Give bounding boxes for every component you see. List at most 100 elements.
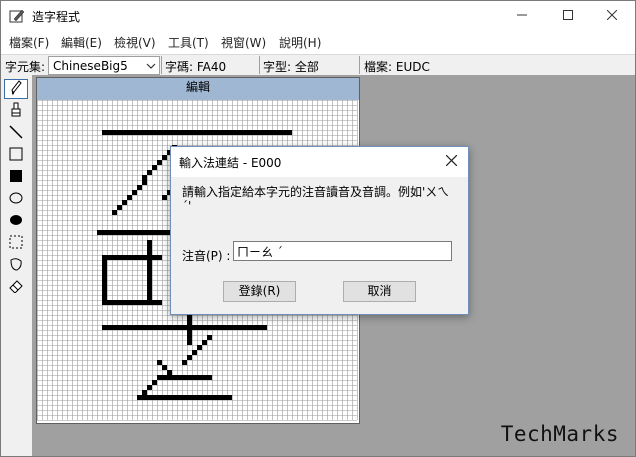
filled-ellipse-icon: [9, 214, 23, 229]
tool-hollow-rectangle[interactable]: [4, 145, 28, 165]
glyph-pixel: [102, 230, 107, 235]
glyph-pixel: [217, 325, 222, 330]
glyph-pixel: [147, 300, 152, 305]
hollow-ellipse-icon: [9, 192, 23, 207]
zhuyin-label: 注音(P) :: [182, 249, 231, 263]
tool-hollow-ellipse[interactable]: [4, 189, 28, 209]
tool-filled-rectangle[interactable]: [4, 167, 28, 187]
glyph-pixel: [157, 230, 162, 235]
glyph-pixel: [102, 285, 107, 290]
cancel-button[interactable]: 取消: [343, 281, 416, 302]
glyph-pixel: [167, 395, 172, 400]
glyph-pixel: [122, 255, 127, 260]
tool-line[interactable]: [4, 123, 28, 143]
glyph-pixel: [127, 130, 132, 135]
glyph-pixel: [187, 375, 192, 380]
glyph-pixel: [172, 325, 177, 330]
glyph-pixel: [102, 325, 107, 330]
menu-file[interactable]: 檔案(F): [9, 34, 49, 51]
glyph-pixel: [162, 130, 167, 135]
glyph-pixel: [142, 230, 147, 235]
glyph-pixel: [132, 300, 137, 305]
glyph-pixel: [147, 130, 152, 135]
glyph-pixel: [107, 130, 112, 135]
glyph-pixel: [172, 395, 177, 400]
minimize-icon: [517, 9, 527, 23]
glyph-pixel: [157, 395, 162, 400]
menu-view[interactable]: 檢視(V): [114, 34, 156, 51]
menu-help[interactable]: 說明(H): [279, 34, 321, 51]
glyph-pixel: [142, 175, 147, 180]
glyph-pixel: [132, 325, 137, 330]
glyph-pixel: [122, 300, 127, 305]
glyph-pixel: [142, 395, 147, 400]
glyph-pixel: [132, 255, 137, 260]
glyph-pixel: [122, 230, 127, 235]
glyph-pixel: [157, 360, 162, 365]
tool-eraser[interactable]: [4, 277, 28, 297]
charset-label: 字元集:: [5, 60, 46, 74]
glyph-pixel: [122, 200, 127, 205]
menu-window[interactable]: 視窗(W): [221, 34, 266, 51]
glyph-pixel: [112, 230, 117, 235]
glyph-pixel: [167, 130, 172, 135]
menu-tools[interactable]: 工具(T): [168, 34, 209, 51]
glyph-pixel: [142, 255, 147, 260]
glyph-pixel: [147, 250, 152, 255]
glyph-pixel: [152, 230, 157, 235]
glyph-pixel: [167, 325, 172, 330]
glyph-pixel: [112, 255, 117, 260]
charset-dropdown[interactable]: ChineseBig5: [48, 56, 160, 75]
glyph-pixel: [192, 350, 197, 355]
glyph-pixel: [147, 285, 152, 290]
glyph-pixel: [182, 375, 187, 380]
glyph-pixel: [102, 280, 107, 285]
dialog-close-button[interactable]: [440, 151, 462, 173]
tool-palette: [1, 75, 33, 456]
tool-pencil[interactable]: [4, 79, 28, 99]
glyph-pixel: [177, 130, 182, 135]
glyph-pixel: [282, 130, 287, 135]
filled-rectangle-icon: [9, 169, 23, 186]
minimize-button[interactable]: [499, 1, 545, 31]
glyph-pixel: [202, 375, 207, 380]
glyph-pixel: [212, 325, 217, 330]
register-button[interactable]: 登錄(R): [223, 281, 296, 302]
dialog-instruction: 請輸入指定給本字元的注音讀音及音調。例如'ㄨㄟ ˊ': [182, 185, 450, 213]
glyph-pixel: [202, 325, 207, 330]
glyph-pixel: [117, 205, 122, 210]
glyph-pixel: [197, 130, 202, 135]
glyph-pixel: [172, 130, 177, 135]
glyph-pixel: [207, 395, 212, 400]
glyph-pixel: [237, 130, 242, 135]
glyph-pixel: [242, 325, 247, 330]
glyph-pixel: [242, 130, 247, 135]
glyph-pixel: [177, 395, 182, 400]
glyph-pixel: [112, 300, 117, 305]
glyph-pixel: [97, 230, 102, 235]
tool-freeform-selection[interactable]: [4, 255, 28, 275]
menu-edit[interactable]: 編輯(E): [61, 34, 102, 51]
glyph-pixel: [222, 395, 227, 400]
close-button[interactable]: [589, 1, 635, 31]
glyph-pixel: [117, 300, 122, 305]
brush-icon: [9, 102, 23, 121]
maximize-button[interactable]: [545, 1, 591, 31]
glyph-pixel: [147, 395, 152, 400]
separator: [359, 56, 360, 74]
glyph-pixel: [147, 260, 152, 265]
glyph-pixel: [162, 365, 167, 370]
glyph-pixel: [152, 165, 157, 170]
tool-filled-ellipse[interactable]: [4, 211, 28, 231]
glyph-pixel: [132, 130, 137, 135]
tool-brush[interactable]: [4, 101, 28, 121]
glyph-pixel: [247, 130, 252, 135]
glyph-pixel: [152, 395, 157, 400]
glyph-pixel: [262, 130, 267, 135]
glyph-pixel: [222, 130, 227, 135]
title-bar[interactable]: 造字程式: [1, 1, 635, 31]
glyph-pixel: [112, 130, 117, 135]
glyph-pixel: [142, 300, 147, 305]
tool-rectangular-selection[interactable]: [4, 233, 28, 253]
zhuyin-input[interactable]: [233, 241, 452, 261]
